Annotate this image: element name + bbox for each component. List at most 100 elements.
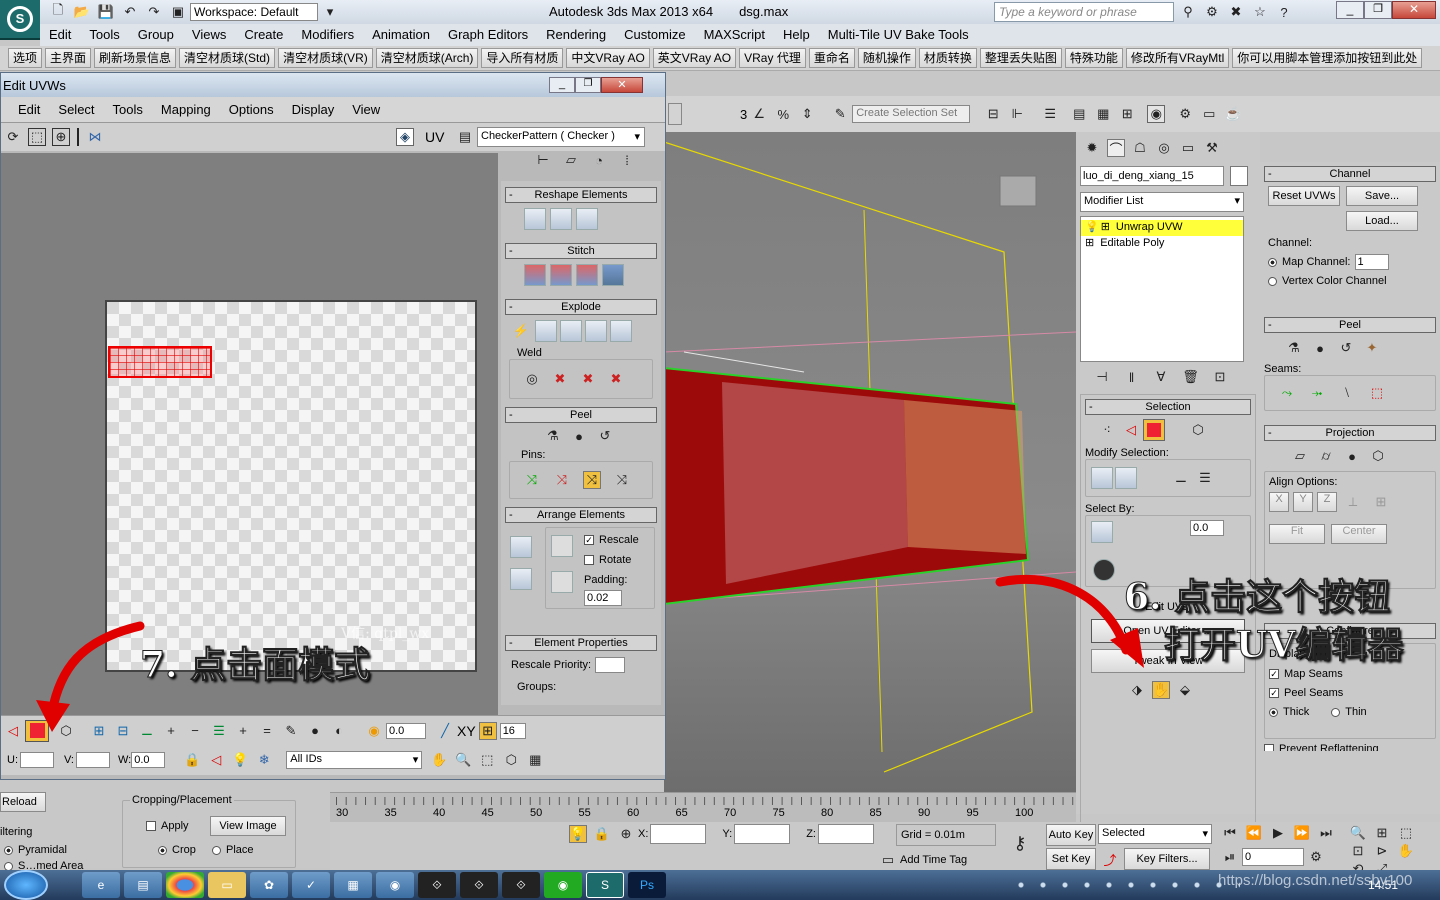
menu-help[interactable]: Help [774,24,819,46]
rescale-checkbox[interactable]: ✓ [584,535,594,546]
quick-planar-icon[interactable]: ⬗ [1128,681,1146,699]
paint-select-icon[interactable]: ✎ [282,722,300,740]
stitch-custom-icon[interactable] [602,264,624,286]
scale-icon[interactable]: ⬚ [28,128,46,146]
pivot-icon[interactable]: ◔ [590,151,608,169]
add-time-tag-button[interactable]: Add Time Tag [900,854,967,866]
edit-seams-icon[interactable]: ⤳ [1278,384,1296,402]
custom-tool-button-1[interactable]: 主界面 [45,48,92,68]
utilities-tab-icon[interactable]: ⚒ [1203,139,1221,157]
time-tag-icon[interactable]: ▭ [879,851,897,869]
menu-graph-editors[interactable]: Graph Editors [439,24,537,46]
element-sub-icon[interactable]: ⬡ [57,722,75,740]
time-config-icon[interactable]: ⚙ [1307,848,1325,866]
rescale-priority-field[interactable] [595,657,626,673]
uvw-menu-select[interactable]: Select [49,99,103,121]
freeform-mode-icon[interactable]: ⟳ [4,128,22,146]
pyramidal-radio[interactable] [4,845,13,855]
break-icon[interactable]: ⚡ [512,322,530,340]
unhide-icon[interactable]: 💡 [231,751,249,769]
map-seams-checkbox[interactable]: ✓ [1269,669,1279,680]
weld-selected-icon[interactable]: ✖ [551,370,569,388]
pelt-map-icon[interactable]: ✦ [1363,339,1381,357]
point-to-point-seams-icon[interactable]: ⤞ [1308,384,1326,402]
menu-create[interactable]: Create [235,24,292,46]
move-icon[interactable]: ⊕ [52,128,70,146]
uvw-menu-mapping[interactable]: Mapping [152,99,220,121]
align-z-button[interactable]: Z [1317,492,1337,512]
search-input[interactable]: Type a keyword or phrase [994,2,1174,22]
face-subobject-button[interactable] [25,719,49,742]
open-file-icon[interactable]: 📂 [73,3,91,21]
custom-tool-button-2[interactable]: 刷新场景信息 [94,48,177,68]
flatten-by-smoothing-icon[interactable] [585,320,607,342]
show-map-icon[interactable]: ◈ [396,128,414,146]
place-radio[interactable] [212,845,221,855]
new-file-icon[interactable]: 🗋 [49,2,67,21]
uvw-close-button[interactable]: ✕ [601,77,643,93]
select-pinned-icon[interactable]: ⤨ [613,471,631,489]
start-button[interactable] [4,870,48,900]
thick-radio[interactable] [1269,707,1278,717]
center-button[interactable]: Center [1331,524,1387,544]
quick-peel-icon[interactable]: ⚗ [1285,339,1303,357]
grid-divisions-field[interactable] [499,722,526,739]
apply-checkbox[interactable] [146,821,156,832]
save-button[interactable]: Save... [1346,186,1418,206]
grow-icon[interactable]: ⊞ [90,722,108,740]
play-icon[interactable]: ▶ [1269,824,1287,842]
reset-peel-uv-icon[interactable]: ↺ [596,427,614,445]
shrink-icon[interactable]: ⊟ [114,722,132,740]
zoom-extents-icon[interactable]: ⬡ [502,751,520,769]
paint-grow-icon[interactable]: ● [306,722,324,740]
auto-key-button[interactable]: Auto Key [1046,824,1096,846]
straighten-icon[interactable]: ⊢ [534,151,552,169]
loop-sel-icon[interactable]: ☰ [210,722,228,740]
menu-tools[interactable]: Tools [80,24,128,46]
key-icon[interactable]: ⚷ [1011,833,1029,853]
taskbar-chrome-icon[interactable] [166,872,204,898]
modifier-list-dropdown[interactable]: Modifier List ▾ [1080,192,1244,212]
loop-shrink-icon[interactable]: = [258,722,276,740]
taskbar-wechat-icon[interactable]: ◉ [544,872,582,898]
binoculars-icon[interactable]: ⚲ [1179,3,1197,21]
u-field[interactable] [20,752,54,768]
menu-modifiers[interactable]: Modifiers [292,24,363,46]
show-end-result-icon[interactable]: ‖ [1123,368,1141,386]
taskbar-explorer-icon[interactable]: ▭ [208,872,246,898]
align-x-button[interactable]: X [1269,492,1289,512]
relax-until-flat-icon[interactable] [576,208,598,230]
app-logo-icon[interactable]: S [0,0,40,40]
fit-button[interactable]: Fit [1269,524,1325,544]
material-editor-icon[interactable]: ◉ [1147,105,1166,123]
auto-pin-icon[interactable]: ⤨ [583,471,601,489]
taskbar-app2-icon[interactable]: ✿ [250,872,288,898]
menu-views[interactable]: Views [183,24,235,46]
reshape-rollout-header[interactable]: - Reshape Elements [505,187,657,203]
zoom-all-icon[interactable]: ⊞ [1373,824,1391,842]
custom-tool-button-8[interactable]: 英文VRay AO [652,48,737,68]
tweak-uv-icon[interactable]: ✋ [1152,681,1170,699]
custom-tool-button-11[interactable]: 随机操作 [857,48,916,68]
custom-tool-button-7[interactable]: 中文VRay AO [566,48,650,68]
taskbar-ie-icon[interactable]: e [82,872,120,898]
view-image-button[interactable]: View Image [210,816,286,836]
redo-icon[interactable]: ↷ [145,3,163,21]
stack-item-editable-poly[interactable]: ⊞ Editable Poly [1081,236,1243,252]
zoom-region-icon[interactable]: ⬚ [478,751,496,769]
align-view-icon[interactable]: ⊞ [1372,493,1390,511]
straighten-selection-icon[interactable] [550,208,572,230]
custom-tool-button-10[interactable]: 重命名 [808,48,855,68]
pin-stack-icon[interactable]: ⊣ [1093,368,1111,386]
taskbar-3dsmax-active-icon[interactable]: S [586,872,624,898]
grid-display-icon[interactable]: ▦ [526,751,544,769]
align-normal-icon[interactable]: ⟂ [1344,493,1362,511]
stitch-to-source-icon[interactable] [576,264,598,286]
key-filters-button[interactable]: Key Filters... [1124,848,1210,870]
zoom-extents-all-icon[interactable]: ⊡ [1349,842,1367,860]
crop-radio[interactable] [158,845,167,855]
menu-customize[interactable]: Customize [615,24,694,46]
pan-vp-icon[interactable]: ✋ [1397,842,1415,860]
project-folder-icon[interactable]: ▣ [169,3,187,21]
custom-tool-button-16[interactable]: 你可以用脚本管理添加按钮到此处 [1232,48,1423,68]
